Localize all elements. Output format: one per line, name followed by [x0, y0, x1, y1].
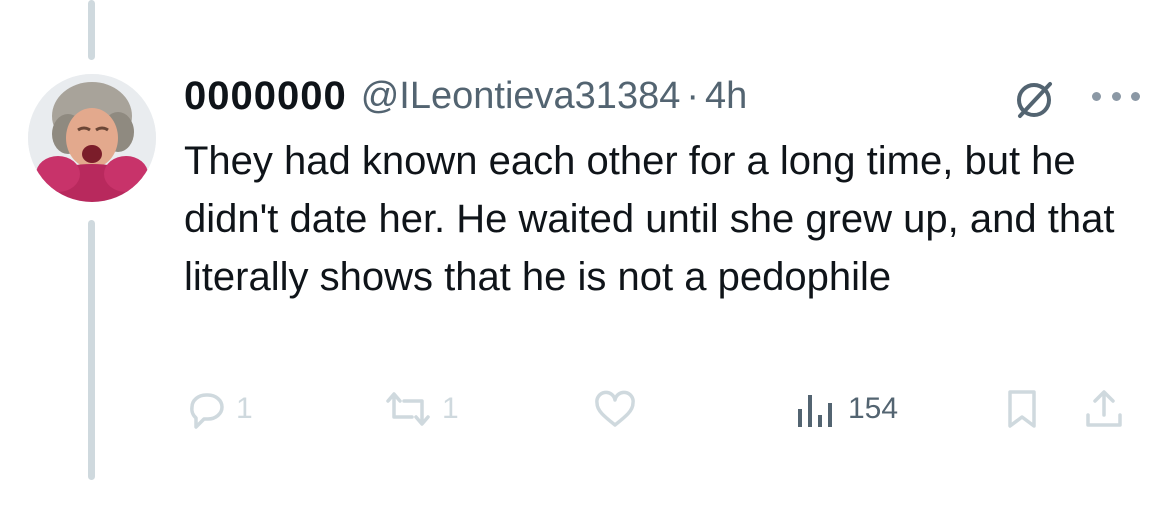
bookmark-icon	[1008, 390, 1036, 428]
mute-icon[interactable]	[1012, 78, 1056, 122]
heart-icon	[595, 390, 635, 427]
views-icon	[798, 395, 832, 427]
retweet-count: 1	[442, 392, 459, 425]
avatar[interactable]	[28, 74, 156, 202]
reply-icon	[190, 393, 224, 429]
timestamp[interactable]: 4h	[705, 75, 747, 118]
display-name[interactable]: 0000000	[184, 74, 347, 119]
retweet-button[interactable]: 1	[382, 382, 459, 436]
more-dot	[1092, 91, 1101, 101]
share-icon	[1086, 390, 1122, 427]
more-icon[interactable]	[1092, 88, 1140, 104]
retweet-icon	[386, 392, 430, 426]
header-separator: ·	[686, 74, 699, 117]
tweet-header: 0000000 @ILeontieva31384 · 4h	[184, 68, 747, 124]
thread-line-top	[88, 0, 95, 60]
reply-count: 1	[236, 392, 253, 425]
reply-button[interactable]: 1	[184, 382, 253, 436]
action-bar: 1 1 154	[184, 382, 1144, 436]
like-button[interactable]	[592, 382, 646, 436]
views-button[interactable]: 154	[796, 382, 898, 436]
tweet-text: They had known each other for a long tim…	[184, 139, 1115, 299]
thread-line-bottom	[88, 220, 95, 480]
user-handle[interactable]: @ILeontieva31384	[361, 75, 681, 118]
more-dot	[1111, 91, 1121, 101]
share-button[interactable]	[1082, 382, 1126, 436]
bookmark-button[interactable]	[1002, 382, 1042, 436]
more-dot	[1131, 91, 1140, 101]
views-count: 154	[848, 392, 899, 425]
